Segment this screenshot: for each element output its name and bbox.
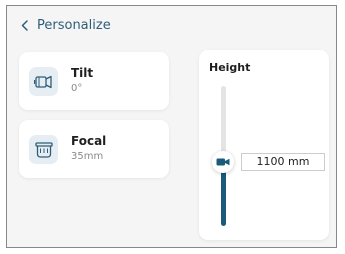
chevron-left-icon <box>21 19 28 31</box>
height-panel: Height 1100 mm <box>199 50 329 240</box>
height-title: Height <box>209 61 251 74</box>
height-value-field[interactable]: 1100 mm <box>241 152 325 171</box>
tilt-camera-icon <box>29 67 58 96</box>
tilt-card[interactable]: Tilt 0° <box>19 52 169 110</box>
focal-label: Focal <box>71 134 107 148</box>
page-title: Personalize <box>37 17 111 33</box>
tilt-value: 0° <box>71 83 83 94</box>
back-link[interactable]: Personalize <box>21 16 111 34</box>
focal-card[interactable]: Focal 35mm <box>19 120 169 178</box>
personalize-panel: Personalize Tilt 0° Focal 35mm Height 11… <box>6 5 337 248</box>
height-slider-thumb[interactable] <box>212 150 234 173</box>
camera-icon <box>216 152 230 171</box>
focal-value: 35mm <box>71 151 104 162</box>
focal-lens-icon <box>29 135 58 164</box>
tilt-label: Tilt <box>71 66 94 80</box>
